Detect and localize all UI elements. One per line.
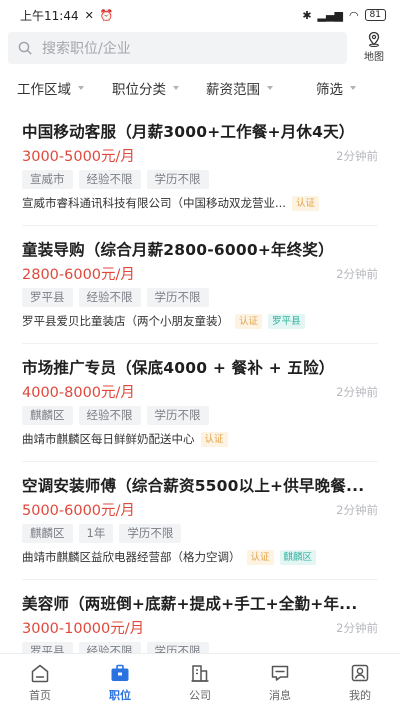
tag-education: 学历不限 <box>146 642 209 653</box>
building-icon <box>191 665 209 682</box>
filter-label: 职位分类 <box>112 82 166 98</box>
filter-work-area[interactable]: 工作区域 <box>17 70 84 106</box>
filter-label: 筛选 <box>316 82 343 98</box>
tab-label: 我的 <box>349 689 371 702</box>
job-card[interactable]: 中国移动客服（月薪3000+工作餐+月休4天） 3000-5000元/月 2分钟… <box>0 108 400 226</box>
area-badge: 罗平县 <box>268 313 305 329</box>
job-list: 中国移动客服（月薪3000+工作餐+月休4天） 3000-5000元/月 2分钟… <box>0 108 400 653</box>
job-company-row: 宣威市睿科通讯科技有限公司（中国移动双龙营业... 认证 <box>22 195 382 211</box>
caret-down-icon <box>267 86 273 90</box>
search-icon <box>18 41 32 55</box>
battery-icon: 81 <box>364 9 386 21</box>
tag-location: 罗平县 <box>22 642 73 653</box>
job-tags: 罗平县 经验不限 学历不限 <box>22 642 209 653</box>
tab-messages[interactable]: 消息 <box>240 654 320 711</box>
company-name: 曲靖市麒麟区益欣电器经营部（格力空调） <box>22 550 241 564</box>
tag-experience: 经验不限 <box>78 288 141 307</box>
job-title: 中国移动客服（月薪3000+工作餐+月休4天） <box>22 123 355 141</box>
filter-more[interactable]: 筛选 <box>316 70 356 106</box>
caret-down-icon <box>78 86 84 90</box>
filter-label: 薪资范围 <box>206 82 260 98</box>
tag-location: 宣威市 <box>22 170 73 189</box>
job-card[interactable]: 空调安装师傅（综合薪资5500以上+供早晚餐... 5000-6000元/月 2… <box>0 462 400 580</box>
search-row: 搜索职位/企业 地图 <box>0 30 400 66</box>
wifi-icon: ◠ <box>348 8 359 22</box>
verified-badge: 认证 <box>246 549 274 565</box>
map-button[interactable]: 地图 <box>356 30 392 64</box>
job-salary: 5000-6000元/月 <box>22 503 135 519</box>
search-placeholder: 搜索职位/企业 <box>42 41 131 57</box>
verified-badge: 认证 <box>200 431 228 447</box>
status-time: 上午11:44 <box>20 8 79 23</box>
verified-badge: 认证 <box>291 195 319 211</box>
job-title: 空调安装师傅（综合薪资5500以上+供早晚餐... <box>22 477 365 495</box>
tab-home[interactable]: 首页 <box>0 654 80 711</box>
job-title: 美容师（两班倒+底薪+提成+手工+全勤+年... <box>22 595 358 613</box>
job-company-row: 曲靖市麒麟区每日鲜鲜奶配送中心 认证 <box>22 431 382 447</box>
alarm-icon: ⏰ <box>99 8 114 22</box>
tab-label: 消息 <box>269 689 291 702</box>
tag-location: 麒麟区 <box>22 524 73 543</box>
profile-icon <box>351 664 369 682</box>
job-tags: 麒麟区 1年 学历不限 <box>22 524 182 543</box>
job-tags: 宣威市 经验不限 学历不限 <box>22 170 209 189</box>
job-title: 童装导购（综合月薪2800-6000+年终奖） <box>22 241 334 259</box>
tab-label: 公司 <box>189 689 211 702</box>
tag-education: 学历不限 <box>119 524 182 543</box>
tag-education: 学历不限 <box>146 406 209 425</box>
company-name: 宣威市睿科通讯科技有限公司（中国移动双龙营业... <box>22 196 286 210</box>
job-company-row: 罗平县爱贝比童装店（两个小朋友童装） 认证 罗平县 <box>22 313 382 329</box>
job-posted-time: 2分钟前 <box>336 385 378 399</box>
tag-location: 麒麟区 <box>22 406 73 425</box>
home-icon <box>31 664 49 683</box>
job-salary: 2800-6000元/月 <box>22 267 135 283</box>
signal-icon: ▂▄▆ <box>317 8 343 22</box>
caret-down-icon <box>350 86 356 90</box>
job-posted-time: 2分钟前 <box>336 267 378 281</box>
tag-experience: 经验不限 <box>78 642 141 653</box>
company-name: 曲靖市麒麟区每日鲜鲜奶配送中心 <box>22 432 195 446</box>
tag-education: 学历不限 <box>146 288 209 307</box>
status-bar: 上午11:44 ✕ ⏰ ✱ ▂▄▆ ◠ 81 <box>0 0 400 30</box>
tab-jobs[interactable]: 职位 <box>80 654 160 711</box>
job-posted-time: 2分钟前 <box>336 503 378 517</box>
tab-profile[interactable]: 我的 <box>320 654 400 711</box>
job-salary: 4000-8000元/月 <box>22 385 135 401</box>
filter-bar: 工作区域 职位分类 薪资范围 筛选 <box>0 70 400 106</box>
job-salary: 3000-10000元/月 <box>22 621 145 637</box>
tab-companies[interactable]: 公司 <box>160 654 240 711</box>
job-posted-time: 2分钟前 <box>336 621 378 635</box>
briefcase-icon <box>111 664 129 681</box>
tab-label: 首页 <box>29 689 51 702</box>
job-title: 市场推广专员（保底4000 + 餐补 + 五险） <box>22 359 335 377</box>
caret-down-icon <box>173 86 179 90</box>
job-company-row: 曲靖市麒麟区益欣电器经营部（格力空调） 认证 麒麟区 <box>22 549 382 565</box>
job-posted-time: 2分钟前 <box>336 149 378 163</box>
job-card[interactable]: 童装导购（综合月薪2800-6000+年终奖） 2800-6000元/月 2分钟… <box>0 226 400 344</box>
tag-experience: 1年 <box>78 524 114 543</box>
tab-label: 职位 <box>109 689 131 702</box>
job-card[interactable]: 美容师（两班倒+底薪+提成+手工+全勤+年... 3000-10000元/月 2… <box>0 580 400 653</box>
search-input[interactable]: 搜索职位/企业 <box>8 32 347 64</box>
tag-experience: 经验不限 <box>78 406 141 425</box>
job-salary: 3000-5000元/月 <box>22 149 135 165</box>
tag-experience: 经验不限 <box>78 170 141 189</box>
area-badge: 麒麟区 <box>279 549 317 565</box>
filter-salary-range[interactable]: 薪资范围 <box>206 70 273 106</box>
verified-badge: 认证 <box>235 313 263 329</box>
bluetooth-icon: ✱ <box>302 8 312 22</box>
tag-location: 罗平县 <box>22 288 73 307</box>
tag-education: 学历不限 <box>146 170 209 189</box>
filter-label: 工作区域 <box>17 82 71 98</box>
bottom-tab-bar: 首页 职位 公司 消息 我的 <box>0 653 400 711</box>
mute-icon: ✕ <box>84 8 94 22</box>
company-name: 罗平县爱贝比童装店（两个小朋友童装） <box>22 314 229 328</box>
job-tags: 罗平县 经验不限 学历不限 <box>22 288 209 307</box>
filter-job-category[interactable]: 职位分类 <box>112 70 179 106</box>
map-pin-icon <box>368 31 380 47</box>
job-card[interactable]: 市场推广专员（保底4000 + 餐补 + 五险） 4000-8000元/月 2分… <box>0 344 400 462</box>
map-label: 地图 <box>364 52 384 63</box>
job-tags: 麒麟区 经验不限 学历不限 <box>22 406 209 425</box>
message-icon <box>271 665 289 681</box>
